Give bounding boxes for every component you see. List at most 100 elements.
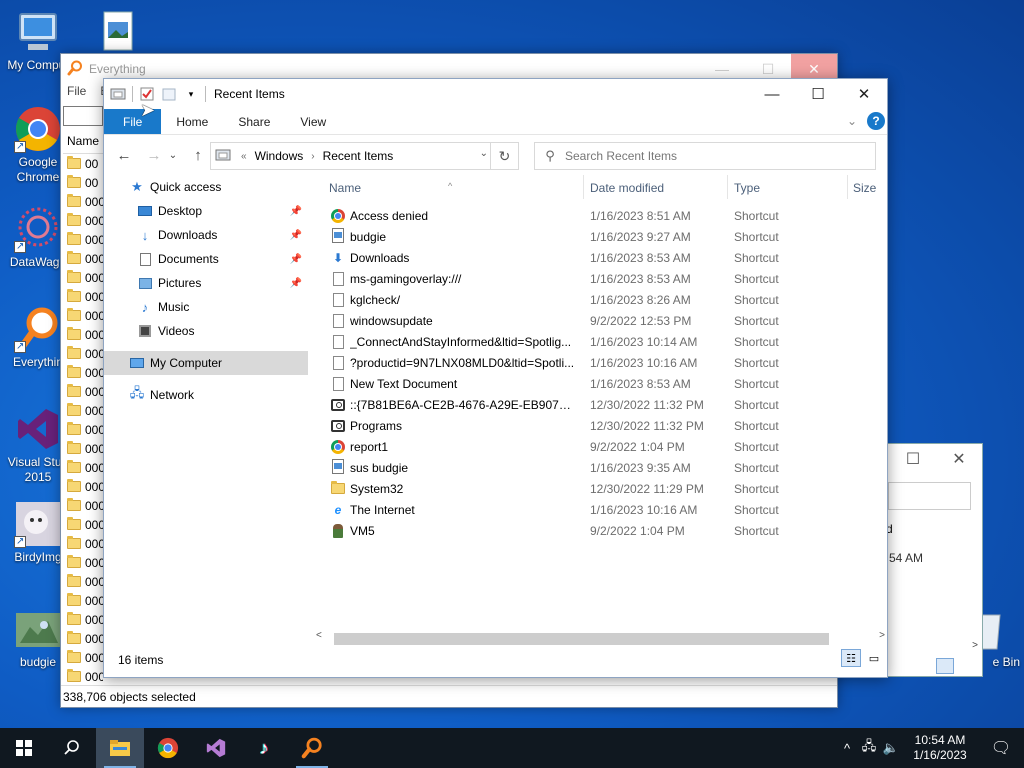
list-item[interactable]: 0000	[63, 420, 103, 439]
list-item[interactable]: 0000	[63, 439, 103, 458]
list-item[interactable]: 00	[63, 154, 103, 173]
tiles-view-button[interactable]	[958, 658, 976, 674]
everything-column-name[interactable]: Name	[63, 134, 103, 154]
file-row[interactable]: ms-gamingoverlay:/// 1/16/2023 8:53 AM Sho…	[316, 268, 887, 289]
breadcrumb-windows[interactable]: Windows	[255, 149, 304, 163]
tab-share[interactable]: Share	[223, 109, 285, 134]
list-item[interactable]: 0000	[63, 230, 103, 249]
list-item[interactable]: 00	[63, 173, 103, 192]
maximize-button[interactable]: ☐	[795, 79, 841, 109]
file-row[interactable]: ⬇ Downloads 1/16/2023 8:53 AM Shortcut	[316, 247, 887, 268]
desktop-icon-image[interactable]	[80, 8, 156, 58]
recent-locations-icon[interactable]: ⌄	[166, 150, 180, 161]
scroll-left-icon[interactable]: <	[316, 630, 322, 641]
list-item[interactable]: 000	[63, 192, 103, 211]
file-row[interactable]: Access denied 1/16/2023 8:51 AM Shortcut	[316, 205, 887, 226]
start-button[interactable]	[0, 728, 48, 768]
notification-center-icon[interactable]: 🗨	[978, 738, 1024, 758]
menu-file[interactable]: File	[67, 84, 86, 104]
details-view-button[interactable]: ☷	[841, 649, 861, 667]
explorer-title-bar[interactable]: ▾ Recent Items — ☐ ✕	[104, 79, 887, 109]
address-bar[interactable]: « Windows › Recent Items ⌄ ↻	[210, 142, 519, 170]
file-row[interactable]: New Text Document 1/16/2023 8:53 AM Shortc…	[316, 373, 887, 394]
file-row[interactable]: Programs 12/30/2022 11:32 PM Shortcut	[316, 415, 887, 436]
new-folder-icon[interactable]	[161, 86, 177, 102]
file-row[interactable]: report1 9/2/2022 1:04 PM Shortcut	[316, 436, 887, 457]
system-clock[interactable]: 10:54 AM 1/16/2023	[902, 733, 978, 763]
list-item[interactable]: 0000	[63, 629, 103, 648]
column-date-modified[interactable]: Date modified	[590, 181, 664, 195]
horizontal-scrollbar[interactable]: < >	[316, 630, 887, 646]
list-item[interactable]: 0000	[63, 515, 103, 534]
taskbar-chrome[interactable]	[144, 728, 192, 768]
background-window[interactable]: ☐ ✕ d 54 AM >	[886, 443, 983, 677]
nav-item-desktop[interactable]: Desktop 📌	[104, 199, 308, 223]
customize-toolbar-icon[interactable]: ▾	[183, 86, 199, 102]
nav-item-videos[interactable]: Videos	[104, 319, 308, 343]
everything-search-input[interactable]	[63, 106, 103, 126]
scroll-right-icon[interactable]: >	[879, 630, 885, 641]
list-item[interactable]: 0000	[63, 268, 103, 287]
close-button[interactable]: ✕	[936, 444, 982, 474]
list-item[interactable]: 0000	[63, 572, 103, 591]
list-item[interactable]: 0000	[63, 610, 103, 629]
nav-item-pictures[interactable]: Pictures 📌	[104, 271, 308, 295]
up-arrow-icon[interactable]: ↑	[186, 147, 210, 164]
nav-item-documents[interactable]: Documents 📌	[104, 247, 308, 271]
expand-ribbon-icon[interactable]: ⌄	[847, 114, 857, 128]
list-item[interactable]: 0000	[63, 591, 103, 610]
minimize-button[interactable]: —	[749, 79, 795, 109]
tab-view[interactable]: View	[285, 109, 341, 134]
volume-icon[interactable]: 🔈	[880, 740, 902, 756]
scrollbar-thumb[interactable]	[334, 633, 829, 645]
close-button[interactable]: ✕	[841, 79, 887, 109]
list-item[interactable]: 0000	[63, 477, 103, 496]
list-item[interactable]: 0000	[63, 363, 103, 382]
list-item[interactable]: 0000	[63, 382, 103, 401]
nav-item-network[interactable]: 🖧 Network	[104, 383, 308, 407]
file-row[interactable]: ::{7B81BE6A-CE2B-4676-A29E-EB907A512... 1…	[316, 394, 887, 415]
chevron-down-icon[interactable]: ⌄	[480, 148, 488, 159]
explorer-app-icon[interactable]	[110, 86, 126, 102]
file-row[interactable]: sus budgie 1/16/2023 9:35 AM Shortcut	[316, 457, 887, 478]
scroll-right-icon[interactable]: >	[972, 640, 978, 651]
file-row[interactable]: e The Internet 1/16/2023 10:16 AM Shortcut	[316, 499, 887, 520]
file-row[interactable]: windowsupdate 9/2/2022 12:53 PM Shortcut	[316, 310, 887, 331]
list-item[interactable]: 0000	[63, 401, 103, 420]
network-status-icon[interactable]: 🖧	[858, 737, 880, 759]
breadcrumb-recent-items[interactable]: Recent Items	[323, 149, 394, 163]
list-item[interactable]: 000	[63, 211, 103, 230]
file-row[interactable]: ?productid=9N7LNX08MLD0&ltid=Spotli... 1/…	[316, 352, 887, 373]
taskbar-visual-studio[interactable]	[192, 728, 240, 768]
column-name[interactable]: Name	[329, 181, 361, 195]
nav-item-my-computer[interactable]: My Computer	[104, 351, 308, 375]
list-item[interactable]: 0000	[63, 306, 103, 325]
list-item[interactable]: 0000	[63, 553, 103, 572]
list-item[interactable]: 0000	[63, 648, 103, 667]
chevron-right-icon[interactable]: ›	[311, 151, 314, 162]
taskbar-search-button[interactable]	[48, 728, 96, 768]
taskbar-tiktok[interactable]: ♪	[240, 728, 288, 768]
large-icons-view-button[interactable]: ▭	[864, 649, 884, 667]
file-row[interactable]: budgie 1/16/2023 9:27 AM Shortcut	[316, 226, 887, 247]
column-size[interactable]: Size	[853, 181, 876, 195]
details-view-button[interactable]	[936, 658, 954, 674]
list-item[interactable]: 0000	[63, 496, 103, 515]
nav-item-quick-access[interactable]: ★ Quick access	[104, 175, 308, 199]
list-item[interactable]: 0000	[63, 667, 103, 686]
file-row[interactable]: _ConnectAndStayInformed&ltid=Spotlig... 1…	[316, 331, 887, 352]
back-arrow-icon[interactable]: ←	[112, 147, 136, 164]
list-item[interactable]: 0000	[63, 249, 103, 268]
list-item[interactable]: 0000	[63, 458, 103, 477]
help-icon[interactable]: ?	[867, 112, 885, 130]
breadcrumb-overflow[interactable]: «	[241, 151, 247, 162]
file-row[interactable]: VM5 9/2/2022 1:04 PM Shortcut	[316, 520, 887, 541]
search-box[interactable]: ⚲ Search Recent Items	[534, 142, 876, 170]
taskbar-everything[interactable]	[288, 728, 336, 768]
horizontal-scrollbar[interactable]: >	[886, 640, 982, 654]
file-explorer-window[interactable]: ▾ Recent Items — ☐ ✕ File Home Share Vie…	[103, 78, 888, 678]
list-item[interactable]: 0000	[63, 325, 103, 344]
forward-arrow-icon[interactable]: →	[142, 147, 166, 164]
refresh-icon[interactable]: ↻	[490, 143, 518, 169]
nav-item-downloads[interactable]: ↓ Downloads 📌	[104, 223, 308, 247]
